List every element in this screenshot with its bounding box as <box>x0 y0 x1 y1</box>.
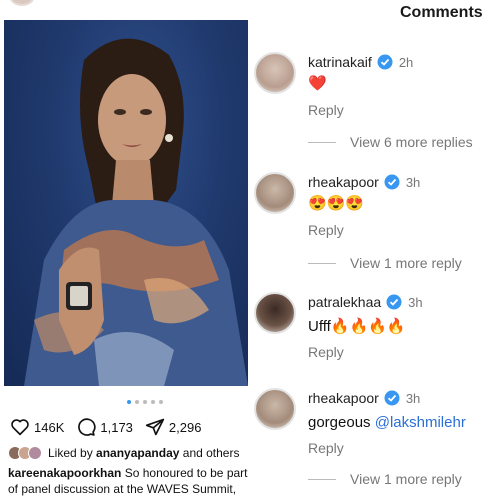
comment-username[interactable]: katrinakaif <box>308 54 372 70</box>
replies-divider <box>308 262 336 264</box>
post-panel: 146K 1,173 2,296 Liked by ananyapanday a… <box>0 0 250 500</box>
view-replies-label: View 6 more replies <box>350 134 473 150</box>
comment-header: rheakapoor 3h <box>308 174 420 190</box>
share-count: 2,296 <box>168 419 202 435</box>
reply-button[interactable]: Reply <box>308 102 344 118</box>
replies-divider <box>308 478 336 480</box>
carousel-dot <box>151 400 155 404</box>
reply-button[interactable]: Reply <box>308 440 344 456</box>
comment-text: gorgeous <box>308 414 371 431</box>
carousel-dot <box>143 400 147 404</box>
liker-avatar <box>28 446 42 460</box>
mention-link[interactable]: @lakshmilehr <box>375 414 466 431</box>
avatar[interactable] <box>254 292 296 334</box>
comment-header: katrinakaif 2h <box>308 54 413 70</box>
comment-icon <box>78 418 96 436</box>
carousel-dot <box>135 400 139 404</box>
replies-divider <box>308 141 336 143</box>
share-button[interactable]: 2,296 <box>145 417 202 437</box>
reply-button[interactable]: Reply <box>308 344 344 360</box>
avatar[interactable] <box>254 172 296 214</box>
comments-panel: Comments katrinakaif 2h ❤️ Reply View 6 … <box>250 0 500 500</box>
comment-text: 😍😍😍 <box>308 195 365 212</box>
portrait-illustration <box>24 38 248 386</box>
comment-username[interactable]: patralekhaa <box>308 294 381 310</box>
carousel-dot <box>127 400 131 404</box>
comment-button[interactable]: 1,173 <box>76 417 133 437</box>
view-replies-button[interactable]: View 1 more reply <box>308 255 462 271</box>
verified-badge-icon <box>386 294 402 310</box>
comment-time: 2h <box>398 54 414 70</box>
verified-badge-icon <box>384 174 400 190</box>
comment-time: 3h <box>405 390 421 406</box>
comment-header: patralekhaa 3h <box>308 294 423 310</box>
post-caption[interactable]: kareenakapoorkhan So honoured to be part… <box>8 465 253 500</box>
avatar[interactable] <box>254 52 296 94</box>
carousel-indicator <box>127 400 163 404</box>
view-replies-button[interactable]: View 6 more replies <box>308 134 473 150</box>
view-replies-label: View 1 more reply <box>350 255 462 271</box>
post-actions: 146K 1,173 2,296 <box>10 417 213 437</box>
like-count: 146K <box>34 419 65 435</box>
reply-button[interactable]: Reply <box>308 222 344 238</box>
profile-avatar[interactable] <box>10 0 34 6</box>
verified-badge-icon <box>384 390 400 406</box>
liked-by-suffix: and others <box>182 446 240 460</box>
liker-avatars <box>8 446 42 460</box>
view-replies-button[interactable]: View 1 more reply <box>308 471 462 487</box>
avatar[interactable] <box>254 388 296 430</box>
liked-by-row[interactable]: Liked by ananyapanday and others <box>8 446 239 460</box>
comments-title: Comments <box>400 4 483 21</box>
comment-header: rheakapoor 3h <box>308 390 420 406</box>
comment-username[interactable]: rheakapoor <box>308 390 379 406</box>
comment-count: 1,173 <box>100 419 133 435</box>
view-replies-label: View 1 more reply <box>350 471 462 487</box>
caption-username[interactable]: kareenakapoorkhan <box>8 466 121 480</box>
comment-body: gorgeous @lakshmilehr <box>308 414 466 431</box>
share-icon <box>145 418 165 436</box>
comment-text: Ufff🔥🔥🔥🔥 <box>308 318 406 335</box>
verified-badge-icon <box>377 54 393 70</box>
comment-time: 3h <box>408 294 423 310</box>
liked-by-user[interactable]: ananyapanday <box>96 446 179 460</box>
carousel-dot <box>159 400 163 404</box>
comment-time: 3h <box>405 174 421 190</box>
like-button[interactable]: 146K <box>10 418 64 436</box>
liked-by-prefix: Liked by <box>48 446 93 460</box>
heart-icon <box>11 419 29 436</box>
comment-username[interactable]: rheakapoor <box>308 174 379 190</box>
comment-text: ❤️ <box>308 75 327 92</box>
post-photo[interactable] <box>4 20 248 386</box>
